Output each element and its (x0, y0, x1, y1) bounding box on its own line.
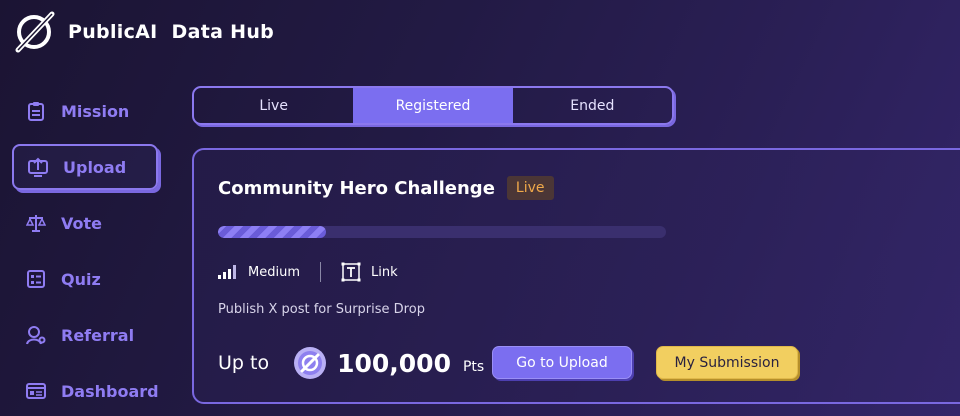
challenge-progress-bar (218, 226, 666, 238)
sidebar-item-mission[interactable]: Mission (12, 88, 158, 134)
reward-amount: 100,000 (337, 348, 451, 378)
points-coin-icon (294, 347, 327, 379)
tab-live[interactable]: Live (194, 88, 353, 123)
sidebar-item-dashboard[interactable]: Dashboard (12, 368, 159, 414)
reward-prefix: Up to (218, 352, 270, 374)
tab-registered[interactable]: Registered (353, 88, 513, 123)
sidebar-item-label: Dashboard (61, 381, 159, 401)
brand-name: PublicAI (68, 21, 158, 43)
text-type-icon (341, 262, 361, 282)
product-name: Data Hub (171, 21, 275, 43)
sidebar-item-label: Mission (61, 101, 130, 121)
quiz-icon (26, 269, 46, 289)
meta-divider (319, 262, 321, 282)
go-to-upload-button[interactable]: Go to Upload (492, 346, 632, 379)
progress-fill (218, 226, 326, 238)
upload-icon (28, 157, 48, 177)
sidebar-item-upload[interactable]: Upload (12, 144, 158, 190)
clipboard-icon (26, 101, 46, 121)
sidebar-item-label: Quiz (61, 269, 101, 289)
challenge-title: Community Hero Challenge (218, 177, 495, 199)
tab-ended[interactable]: Ended (513, 88, 672, 123)
reward-unit: Pts (462, 359, 485, 375)
status-badge: Live (506, 176, 554, 200)
publicai-logo-icon (15, 11, 55, 53)
challenge-header: Community Hero Challenge Live (218, 176, 554, 200)
sidebar-item-quiz[interactable]: Quiz (12, 256, 158, 302)
sidebar-nav: Mission Upload Vote Quiz Referral Dashbo… (12, 88, 159, 416)
difficulty-label: Medium (248, 264, 300, 280)
brand-title: PublicAI Data Hub (68, 21, 274, 43)
signal-strength-icon (218, 265, 238, 279)
status-tabs: Live Registered Ended (192, 86, 674, 125)
challenge-description: Publish X post for Surprise Drop (218, 302, 425, 317)
dashboard-icon (26, 381, 46, 401)
challenge-meta: Medium Link (218, 262, 398, 282)
sidebar-item-label: Vote (61, 213, 102, 233)
sidebar-item-label: Referral (61, 325, 135, 345)
scale-icon (26, 213, 46, 233)
reward-section: Up to 100,000 Pts (218, 346, 484, 380)
sidebar-item-label: Upload (63, 157, 127, 177)
sidebar-item-vote[interactable]: Vote (12, 200, 158, 246)
sidebar-item-referral[interactable]: Referral (12, 312, 158, 358)
my-submission-button[interactable]: My Submission (656, 346, 798, 379)
challenge-card: Community Hero Challenge Live Medium Lin… (192, 148, 960, 404)
submission-type-label: Link (370, 264, 398, 280)
app-logo[interactable]: PublicAI Data Hub (12, 10, 274, 54)
referral-icon (26, 325, 46, 345)
